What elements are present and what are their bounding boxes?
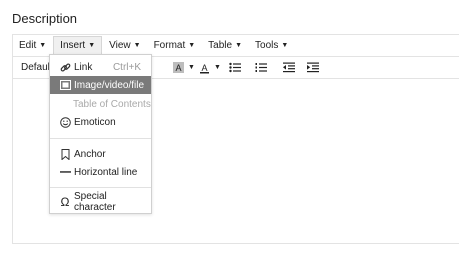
caret-down-icon: ▼ bbox=[235, 42, 243, 49]
menu-table-label: Table bbox=[208, 40, 233, 51]
menu-item-toc-label: Table of Contents bbox=[73, 98, 151, 110]
menu-item-hr-label: Horizontal line bbox=[74, 166, 138, 178]
menu-edit-label: Edit bbox=[19, 40, 37, 51]
image-icon bbox=[59, 79, 71, 91]
menu-item-anchor[interactable]: Anchor bbox=[50, 145, 151, 163]
menu-divider bbox=[50, 138, 151, 139]
indent-icon[interactable] bbox=[306, 60, 319, 76]
shortcut-hint: Ctrl+K bbox=[112, 61, 141, 73]
smiley-icon bbox=[59, 116, 71, 128]
menu-table[interactable]: Table ▼ bbox=[202, 36, 248, 56]
caret-down-icon: ▼ bbox=[88, 42, 96, 49]
svg-text:A: A bbox=[175, 63, 181, 73]
menu-item-table-of-contents: Table of Contents bbox=[50, 95, 151, 113]
bookmark-icon bbox=[59, 148, 71, 160]
menu-tools-label: Tools bbox=[255, 40, 279, 51]
insert-dropdown-menu: Link Ctrl+K Image/video/file Table of Co… bbox=[49, 54, 152, 214]
menu-item-link-label: Link bbox=[74, 61, 93, 73]
menu-view-label: View bbox=[109, 40, 131, 51]
caret-down-icon: ▼ bbox=[281, 42, 289, 49]
menu-item-emoticon-label: Emoticon bbox=[74, 116, 116, 128]
menu-item-special-character[interactable]: Ω Special character bbox=[50, 191, 151, 213]
outdent-icon[interactable] bbox=[282, 60, 295, 76]
menu-item-image-label: Image/video/file bbox=[74, 79, 145, 91]
menu-item-link[interactable]: Link Ctrl+K bbox=[50, 58, 151, 76]
caret-down-icon[interactable]: ▼ bbox=[188, 64, 195, 71]
text-color-icon[interactable]: A bbox=[199, 60, 210, 76]
menu-item-emoticon[interactable]: Emoticon bbox=[50, 113, 151, 131]
menu-format[interactable]: Format ▼ bbox=[148, 36, 202, 56]
numbered-list-icon[interactable] bbox=[255, 60, 267, 76]
menu-tools[interactable]: Tools ▼ bbox=[249, 36, 294, 56]
menu-insert-label: Insert bbox=[60, 40, 86, 51]
block-format-value: Default bbox=[21, 62, 53, 73]
menu-view[interactable]: View ▼ bbox=[103, 36, 146, 56]
caret-down-icon: ▼ bbox=[133, 42, 141, 49]
menu-divider bbox=[50, 187, 151, 188]
menu-item-horizontal-line[interactable]: Horizontal line bbox=[50, 163, 151, 181]
svg-text:A: A bbox=[201, 63, 207, 73]
horizontal-line-icon bbox=[59, 166, 71, 178]
caret-down-icon[interactable]: ▼ bbox=[214, 64, 221, 71]
menu-edit[interactable]: Edit ▼ bbox=[13, 36, 52, 56]
highlight-color-icon[interactable]: A bbox=[173, 60, 184, 76]
field-label: Description bbox=[12, 11, 78, 26]
menu-item-anchor-label: Anchor bbox=[74, 148, 106, 160]
menu-insert[interactable]: Insert ▼ bbox=[53, 35, 103, 56]
bullet-list-icon[interactable] bbox=[229, 60, 241, 76]
menu-item-image-video-file[interactable]: Image/video/file bbox=[50, 76, 151, 94]
caret-down-icon: ▼ bbox=[39, 42, 47, 49]
omega-icon: Ω bbox=[60, 195, 70, 209]
menu-format-label: Format bbox=[153, 40, 186, 51]
caret-down-icon: ▼ bbox=[188, 42, 196, 49]
menu-item-special-label: Special character bbox=[73, 191, 116, 213]
link-icon bbox=[59, 61, 71, 73]
